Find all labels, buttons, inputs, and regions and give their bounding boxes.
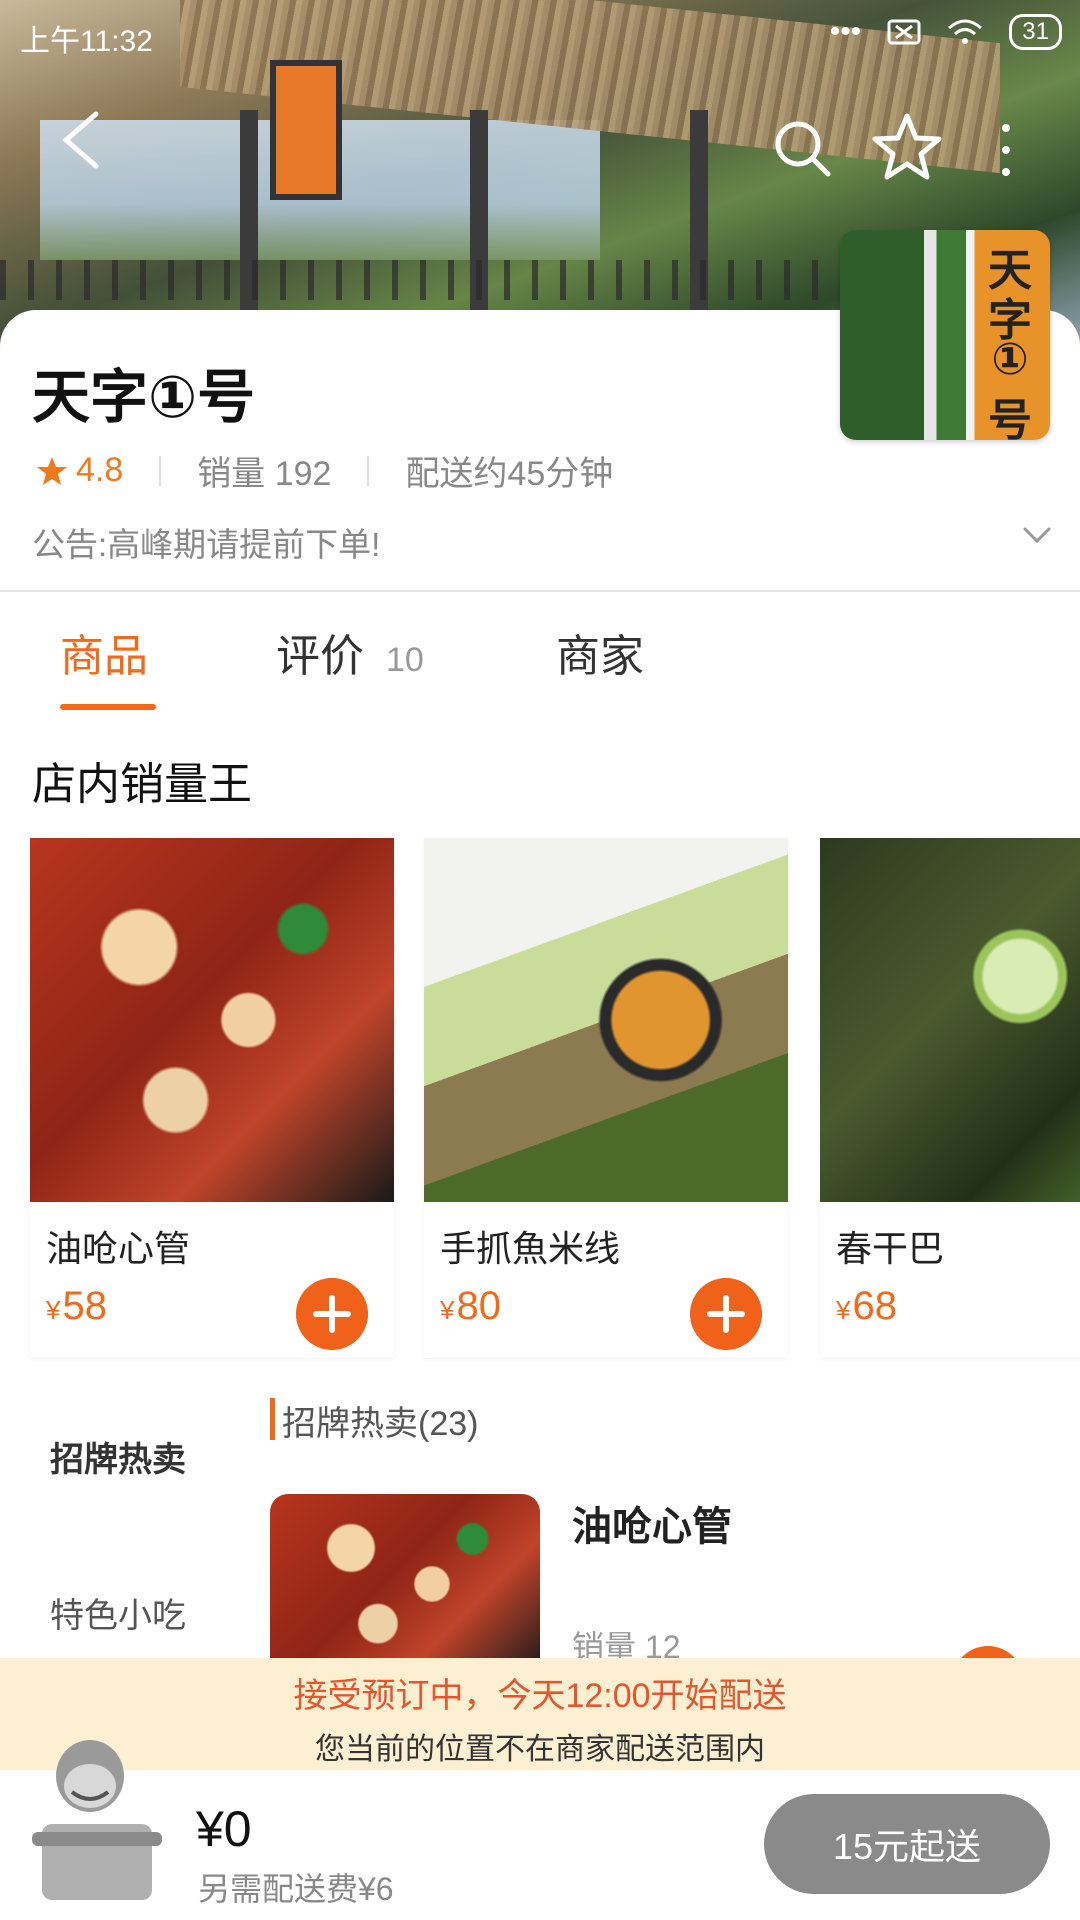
review-count: 10 — [386, 641, 424, 679]
preorder-notice: 接受预订中，今天12:00开始配送 — [293, 1677, 787, 1715]
product-name: 油呛心管 — [46, 1228, 191, 1269]
battery-icon: 31 — [1009, 14, 1062, 50]
product-name: 春干巴 — [836, 1228, 945, 1269]
signal-icon — [887, 19, 921, 45]
tab-merchant[interactable]: 商家 — [556, 620, 644, 684]
cart-total: ¥0 — [196, 1801, 252, 1857]
wifi-icon — [948, 19, 983, 44]
product-card[interactable]: 春干巴 ¥68 — [820, 838, 1080, 1358]
rating-star-icon — [37, 456, 67, 485]
divider — [0, 590, 1080, 592]
status-time: 上午11:32 — [20, 25, 153, 58]
add-to-cart-button[interactable] — [690, 1278, 762, 1350]
chevron-down-icon[interactable] — [1022, 520, 1052, 550]
cart-mascot-icon[interactable] — [28, 1736, 168, 1904]
more-dots-icon: ••• — [829, 15, 862, 48]
delivery-fee: 另需配送费¥6 — [198, 1871, 394, 1907]
best-seller-list: 油呛心管 ¥58 手抓魚米线 ¥80 春干巴 ¥68 — [30, 838, 1080, 1358]
more-icon[interactable] — [996, 120, 1016, 180]
store-sales: 销量 192 — [197, 455, 332, 493]
tab-reviews[interactable]: 评价 10 — [276, 620, 424, 684]
search-icon[interactable] — [772, 118, 832, 178]
store-name: 天字①号 — [32, 365, 256, 430]
product-name: 手抓魚米线 — [440, 1228, 621, 1269]
product-card[interactable]: 油呛心管 ¥58 — [30, 838, 394, 1358]
tab-bar: 商品 评价 10 商家 — [0, 620, 1080, 710]
group-title: 招牌热卖(23) — [282, 1405, 479, 1443]
store-meta: 4.8 销量 192 配送约45分钟 — [36, 446, 613, 495]
menu-item-name[interactable]: 油呛心管 — [572, 1494, 732, 1552]
tab-products[interactable]: 商品 — [60, 620, 148, 684]
store-notice[interactable]: 公告:高峰期请提前下单! — [32, 518, 380, 566]
status-bar: 上午11:32 ••• 31 — [0, 0, 1080, 70]
store-logo: 天 字 ① 号 — [840, 230, 1050, 440]
product-card[interactable]: 手抓魚米线 ¥80 — [424, 838, 788, 1358]
menu-item-image[interactable] — [270, 1494, 540, 1674]
store-rating: 4.8 — [36, 451, 123, 490]
store-delivery-time: 配送约45分钟 — [405, 455, 614, 493]
product-image — [424, 838, 788, 1202]
category-signature[interactable]: 招牌热卖 — [50, 1432, 186, 1481]
product-price: ¥80 — [440, 1284, 501, 1328]
product-image — [820, 838, 1080, 1202]
add-to-cart-button[interactable] — [296, 1278, 368, 1350]
tab-active-indicator — [60, 704, 156, 710]
best-seller-title: 店内销量王 — [32, 760, 252, 809]
group-title-bar — [270, 1398, 275, 1440]
checkout-button[interactable]: 15元起送 — [764, 1794, 1050, 1894]
product-image — [30, 838, 394, 1202]
category-snacks[interactable]: 特色小吃 — [50, 1588, 186, 1637]
star-icon[interactable] — [872, 112, 942, 182]
product-price: ¥58 — [46, 1284, 107, 1328]
back-icon[interactable] — [56, 110, 106, 170]
product-price: ¥68 — [836, 1284, 897, 1328]
